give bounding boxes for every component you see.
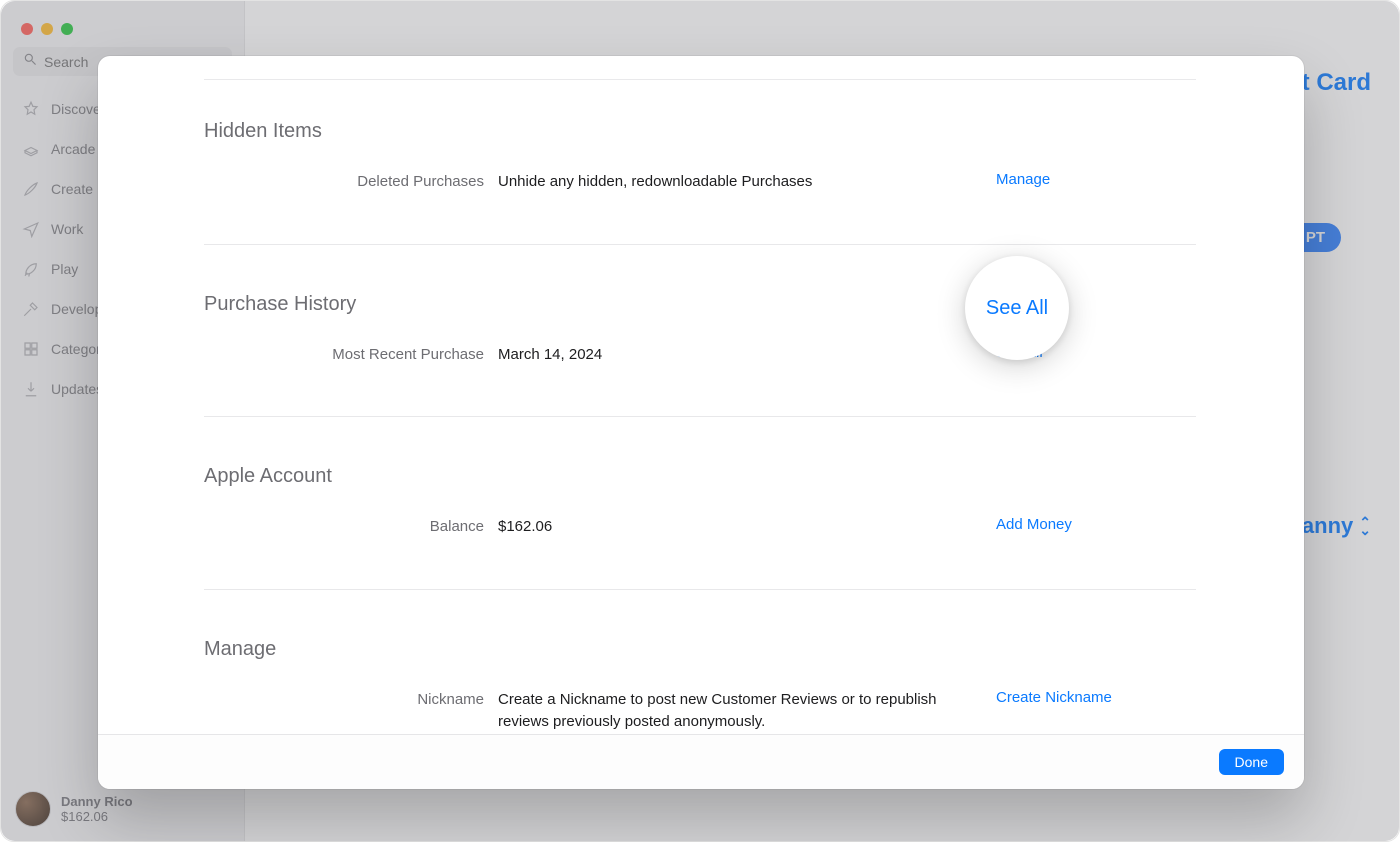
see-all-highlight[interactable]: See All — [965, 256, 1069, 360]
row-balance: Balance $162.06 Add Money — [204, 514, 1196, 541]
section-apple-account: Apple Account Balance $162.06 Add Money — [204, 417, 1196, 590]
divider — [204, 79, 1196, 80]
add-money-link[interactable]: Add Money — [996, 516, 1196, 533]
row-label: Balance — [204, 516, 498, 539]
row-value: $162.06 — [498, 516, 996, 539]
modal-footer: Done — [98, 734, 1304, 789]
section-hidden-items: Hidden Items Deleted Purchases Unhide an… — [204, 120, 1196, 245]
row-nickname: Nickname Create a Nickname to post new C… — [204, 687, 1196, 735]
row-label: Most Recent Purchase — [204, 344, 498, 367]
create-nickname-link[interactable]: Create Nickname — [996, 689, 1196, 706]
row-label: Deleted Purchases — [204, 171, 498, 194]
row-label: Nickname — [204, 689, 498, 712]
row-deleted-purchases: Deleted Purchases Unhide any hidden, red… — [204, 169, 1196, 196]
section-manage: Manage Nickname Create a Nickname to pos… — [204, 590, 1196, 735]
section-title: Hidden Items — [204, 120, 1196, 143]
account-settings-modal: Hidden Items Deleted Purchases Unhide an… — [98, 56, 1304, 789]
done-button[interactable]: Done — [1219, 749, 1284, 775]
modal-body: Hidden Items Deleted Purchases Unhide an… — [98, 56, 1304, 734]
manage-hidden-link[interactable]: Manage — [996, 171, 1196, 188]
row-value: March 14, 2024 — [498, 344, 996, 367]
section-title: Manage — [204, 638, 1196, 661]
row-value: Unhide any hidden, redownloadable Purcha… — [498, 171, 996, 194]
see-all-highlight-label: See All — [986, 297, 1048, 320]
section-title: Apple Account — [204, 465, 1196, 488]
row-value: Create a Nickname to post new Customer R… — [498, 689, 996, 734]
